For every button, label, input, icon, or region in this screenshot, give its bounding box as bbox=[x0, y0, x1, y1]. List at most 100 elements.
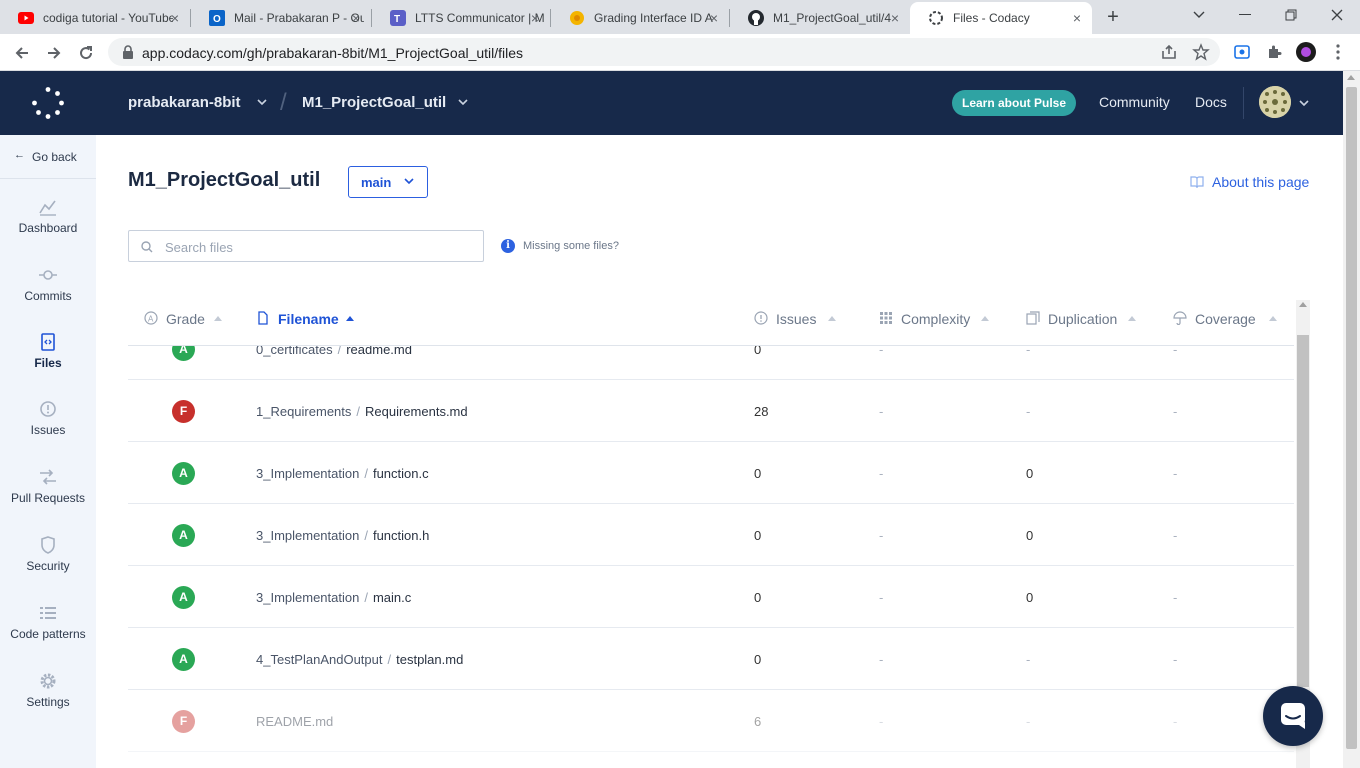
screen-capture-icon[interactable] bbox=[1232, 42, 1252, 62]
page-scrollbar[interactable] bbox=[1343, 71, 1360, 768]
sidebar-item-issues[interactable]: Issues bbox=[0, 399, 96, 459]
sort-arrow-icon bbox=[828, 316, 836, 321]
sidebar-item-security[interactable]: Security bbox=[0, 535, 96, 595]
issues-cell: 0 bbox=[754, 466, 762, 481]
search-files-field[interactable] bbox=[128, 230, 484, 262]
close-icon[interactable]: × bbox=[528, 11, 542, 25]
sidebar-item-commits[interactable]: Commits bbox=[0, 265, 96, 325]
file-directory: 3_Implementation bbox=[256, 528, 360, 543]
extensions-icon[interactable] bbox=[1264, 42, 1284, 62]
sidebar: ← Go back Dashboard Commits Files Issues… bbox=[0, 135, 96, 768]
browser-tab-github[interactable]: M1_ProjectGoal_util/4 × bbox=[730, 2, 910, 34]
scrollbar-thumb[interactable] bbox=[1346, 87, 1357, 749]
go-back-button[interactable]: ← Go back bbox=[0, 135, 96, 179]
profile-icon[interactable] bbox=[1296, 42, 1316, 62]
bookmark-star-icon[interactable] bbox=[1192, 43, 1210, 61]
forward-icon[interactable] bbox=[42, 41, 66, 65]
sidebar-item-files[interactable]: Files bbox=[0, 332, 96, 392]
teams-icon: T bbox=[390, 10, 406, 26]
grade-icon: A bbox=[144, 311, 158, 325]
sidebar-item-label: Security bbox=[26, 559, 70, 573]
browser-toolbar: app.codacy.com/gh/prabakaran-8bit/M1_Pro… bbox=[0, 34, 1360, 71]
issues-icon bbox=[754, 311, 768, 325]
table-row[interactable]: A 4_TestPlanAndOutput / testplan.md 0 - - … bbox=[128, 628, 1294, 690]
github-icon bbox=[748, 10, 764, 26]
chevron-down-icon[interactable] bbox=[1298, 97, 1310, 109]
svg-text:T: T bbox=[394, 14, 400, 25]
sidebar-item-settings[interactable]: Settings bbox=[0, 671, 96, 731]
minimize-button[interactable] bbox=[1222, 0, 1268, 30]
branch-selector[interactable]: main bbox=[348, 166, 428, 198]
close-icon[interactable]: × bbox=[707, 11, 721, 25]
chevron-down-icon[interactable] bbox=[457, 95, 469, 109]
sidebar-item-pull-requests[interactable]: Pull Requests bbox=[0, 467, 96, 527]
book-icon bbox=[1190, 176, 1204, 188]
repo-selector[interactable]: M1_ProjectGoal_util bbox=[302, 94, 446, 111]
table-row[interactable]: F 1_Requirements / Requirements.md 28 - - … bbox=[128, 380, 1294, 442]
browser-tab-outlook[interactable]: O Mail - Prabakaran P - Outlook × bbox=[191, 2, 371, 34]
filename-cell[interactable]: 4_TestPlanAndOutput / testplan.md bbox=[256, 652, 463, 667]
close-icon[interactable]: × bbox=[1070, 11, 1084, 25]
complexity-cell: - bbox=[879, 590, 884, 605]
tab-title: codiga tutorial - YouTube bbox=[43, 11, 173, 25]
sidebar-item-code-patterns[interactable]: Code patterns bbox=[0, 603, 96, 663]
path-separator: / bbox=[364, 590, 368, 605]
chevron-down-icon[interactable] bbox=[256, 95, 268, 109]
sidebar-item-label: Files bbox=[34, 356, 62, 370]
table-row[interactable]: A 3_Implementation / main.c 0 - 0 - bbox=[128, 566, 1294, 628]
browser-menu-icon[interactable] bbox=[1328, 42, 1348, 62]
tab-search-icon[interactable] bbox=[1176, 0, 1222, 30]
docs-link[interactable]: Docs bbox=[1195, 94, 1227, 110]
browser-tab-codacy[interactable]: Files - Codacy × bbox=[910, 2, 1092, 34]
file-directory: 3_Implementation bbox=[256, 590, 360, 605]
file-icon bbox=[258, 311, 268, 325]
filename-cell[interactable]: 1_Requirements / Requirements.md bbox=[256, 404, 468, 419]
shield-icon bbox=[41, 536, 55, 554]
column-label: Coverage bbox=[1195, 311, 1256, 327]
coverage-cell: - bbox=[1173, 528, 1178, 543]
browser-tab-grading[interactable]: Grading Interface ID A × bbox=[551, 2, 729, 34]
sidebar-item-dashboard[interactable]: Dashboard bbox=[0, 197, 96, 257]
codacy-logo[interactable] bbox=[32, 87, 64, 119]
complexity-cell: - bbox=[879, 714, 884, 729]
address-bar[interactable]: app.codacy.com/gh/prabakaran-8bit/M1_Pro… bbox=[108, 38, 1220, 66]
search-input[interactable] bbox=[165, 237, 465, 257]
tab-title: Files - Codacy bbox=[953, 11, 1030, 25]
browser-tab-teams[interactable]: T LTTS Communicator | Microsoft Teams × bbox=[372, 2, 550, 34]
chat-support-button[interactable] bbox=[1263, 686, 1323, 746]
filename-cell[interactable]: 3_Implementation / main.c bbox=[256, 590, 411, 605]
back-icon[interactable] bbox=[10, 41, 34, 65]
learn-about-pulse-button[interactable]: Learn about Pulse bbox=[952, 90, 1076, 116]
table-row[interactable]: A 3_Implementation / function.c 0 - 0 - bbox=[128, 442, 1294, 504]
info-icon: i bbox=[501, 239, 515, 253]
commits-icon bbox=[39, 270, 57, 280]
close-icon[interactable]: × bbox=[349, 11, 363, 25]
grade-badge: A bbox=[172, 586, 195, 609]
avatar[interactable] bbox=[1259, 86, 1291, 118]
restore-button[interactable] bbox=[1268, 0, 1314, 30]
new-tab-button[interactable]: + bbox=[1102, 6, 1124, 28]
table-row[interactable]: A 3_Implementation / function.h 0 - 0 - bbox=[128, 504, 1294, 566]
community-link[interactable]: Community bbox=[1099, 94, 1170, 110]
filename-cell[interactable]: README.md bbox=[256, 714, 333, 729]
duplication-cell: 0 bbox=[1026, 528, 1034, 543]
svg-text:O: O bbox=[213, 14, 221, 25]
chat-icon bbox=[1281, 703, 1305, 729]
filename-cell[interactable]: 3_Implementation / function.h bbox=[256, 528, 429, 543]
scrollbar-thumb[interactable] bbox=[1297, 335, 1309, 687]
scroll-up-arrow-icon[interactable] bbox=[1347, 75, 1355, 80]
close-icon[interactable]: × bbox=[888, 11, 902, 25]
reload-icon[interactable] bbox=[74, 41, 98, 65]
file-directory: 3_Implementation bbox=[256, 466, 360, 481]
close-icon[interactable]: × bbox=[168, 11, 182, 25]
header-separator: / bbox=[280, 89, 287, 116]
filename-cell[interactable]: 3_Implementation / function.c bbox=[256, 466, 429, 481]
org-selector[interactable]: prabakaran-8bit bbox=[128, 94, 241, 111]
header-divider bbox=[1243, 87, 1244, 119]
close-window-button[interactable] bbox=[1314, 0, 1360, 30]
table-row[interactable]: F README.md 6 - - - bbox=[128, 690, 1294, 752]
scroll-up-arrow-icon[interactable] bbox=[1299, 302, 1307, 307]
share-icon[interactable] bbox=[1160, 43, 1178, 61]
browser-tab-youtube[interactable]: codiga tutorial - YouTube × bbox=[0, 2, 190, 34]
grade-badge: F bbox=[172, 710, 195, 733]
